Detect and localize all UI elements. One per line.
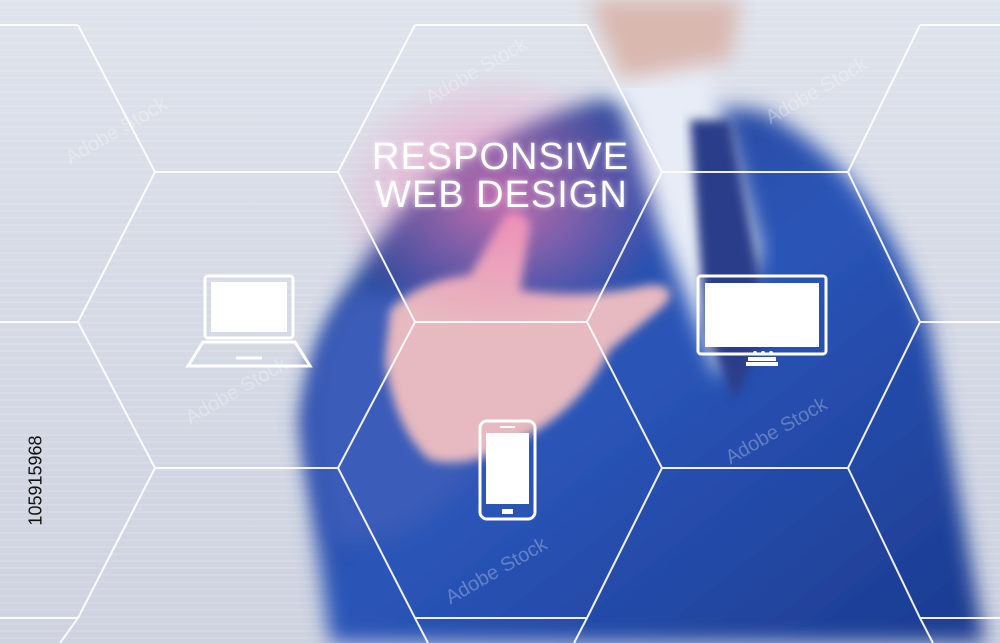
device-icons xyxy=(185,274,828,521)
stock-id-label: 105915968 xyxy=(25,435,46,526)
smartphone-icon xyxy=(478,419,537,521)
laptop-icon xyxy=(185,274,313,368)
stock-photo: RESPONSIVE WEB DESIGN 105915968 Adobe St… xyxy=(0,0,1000,643)
headline-line-1: RESPONSIVE xyxy=(372,136,630,178)
desktop-monitor-icon xyxy=(696,274,828,366)
headline-line-2: WEB DESIGN xyxy=(375,174,628,216)
